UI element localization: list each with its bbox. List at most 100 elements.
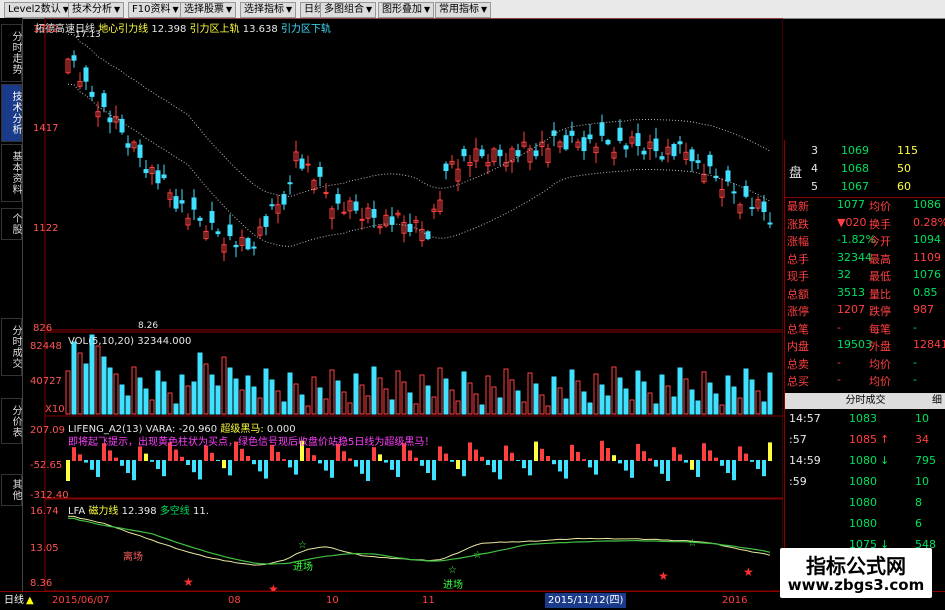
volume-bar bbox=[515, 390, 521, 415]
lf-bar bbox=[552, 460, 556, 465]
lf-bar bbox=[462, 460, 466, 477]
ask-price: 1067 bbox=[841, 180, 869, 193]
stat-value-2: 0.28% bbox=[913, 215, 945, 229]
stat-value-2: 1094 bbox=[913, 233, 941, 246]
menu-item-0[interactable]: Level2数认 ▼ bbox=[4, 2, 73, 18]
stat-key-2: 最低 bbox=[869, 270, 891, 283]
volume-bar bbox=[605, 395, 611, 415]
volume-bar bbox=[107, 367, 113, 415]
menu-item-6[interactable]: 多图组合 ▼ bbox=[320, 2, 377, 18]
lf-bar bbox=[660, 460, 664, 474]
star-icon: ☆ bbox=[448, 565, 457, 576]
date-2: 08 bbox=[228, 595, 241, 606]
lf-bar bbox=[342, 451, 346, 461]
lf-bar bbox=[744, 453, 748, 461]
lf-bar bbox=[420, 460, 424, 466]
lf-bar bbox=[606, 448, 610, 461]
volume-bar bbox=[665, 385, 671, 415]
left-tab-6[interactable]: 其他 bbox=[1, 474, 22, 506]
left-tab-0[interactable]: 分时走势 bbox=[1, 24, 22, 82]
lf-bar bbox=[570, 444, 574, 461]
volume-bar bbox=[125, 395, 131, 415]
candle-body bbox=[161, 174, 167, 179]
lf-bar bbox=[432, 460, 436, 481]
candle-body bbox=[707, 154, 713, 167]
lf-bar bbox=[330, 460, 334, 478]
menu-item-label: 常用指标 bbox=[439, 4, 479, 15]
menu-item-7[interactable]: 图形叠加 ▼ bbox=[378, 2, 435, 18]
candle-body bbox=[107, 117, 113, 123]
candle-body bbox=[83, 67, 89, 82]
menu-item-label: 选择股票 bbox=[184, 4, 224, 15]
volume-bar bbox=[119, 384, 125, 415]
candle-body bbox=[617, 127, 623, 141]
lf-bar bbox=[354, 460, 358, 467]
lf-bar bbox=[210, 452, 214, 461]
lf-bar bbox=[264, 460, 268, 479]
left-tab-4[interactable]: 分时成交 bbox=[1, 318, 22, 376]
lf-bar bbox=[528, 460, 532, 476]
lf-axis-2: -52.65 bbox=[30, 460, 63, 471]
menu-item-8[interactable]: 常用指标 ▼ bbox=[435, 2, 492, 18]
stat-value: 1207 bbox=[837, 303, 865, 316]
period-tab[interactable]: 日线 ▲ bbox=[4, 593, 34, 608]
trade-time: :59 bbox=[789, 475, 807, 488]
trade-header[interactable]: 分时成交 细 bbox=[785, 393, 945, 409]
volume-bar bbox=[251, 386, 257, 415]
volume-bar bbox=[263, 368, 269, 415]
lf-bar bbox=[156, 460, 160, 469]
bt-aval: 12.398 bbox=[121, 506, 157, 517]
vol-value: 32344.000 bbox=[137, 336, 192, 347]
candle-body bbox=[407, 223, 413, 232]
menu-item-1[interactable]: 技术分析 ▼ bbox=[68, 2, 125, 18]
lf-bar bbox=[516, 460, 520, 461]
volume-bar bbox=[623, 388, 629, 415]
lf-bar bbox=[180, 456, 184, 461]
volume-bar bbox=[539, 394, 545, 415]
left-tab-3[interactable]: 个股 bbox=[1, 208, 22, 240]
menu-item-4[interactable]: 选择指标 ▼ bbox=[240, 2, 297, 18]
candle-body bbox=[143, 169, 149, 174]
volume-bar bbox=[305, 405, 311, 415]
volume-bar bbox=[407, 392, 413, 415]
bt-b: 多空线 bbox=[159, 506, 190, 517]
menu-item-3[interactable]: 选择股票 ▼ bbox=[180, 2, 237, 18]
lf-bar bbox=[534, 441, 538, 461]
lf-bar bbox=[150, 460, 154, 462]
left-tab-2[interactable]: 基本资料 bbox=[1, 144, 22, 202]
chart-area[interactable]: ★ ★ ★ ★ ☆ ☆ ☆ ☆ 拓德高速日线 地心引力线 12.398 引力区上轨 13.63… bbox=[23, 18, 783, 591]
date-4: 11 bbox=[422, 595, 435, 606]
lf-bar bbox=[438, 446, 442, 461]
star-icon: ☆ bbox=[298, 540, 307, 551]
candle-body bbox=[749, 206, 755, 209]
price-axis-3: 1122 bbox=[33, 223, 59, 234]
lf-bar bbox=[198, 460, 202, 480]
volume-bar bbox=[131, 366, 137, 415]
lf-bar bbox=[144, 453, 148, 461]
lf-bar bbox=[246, 456, 250, 461]
stat-value: 19503 bbox=[837, 338, 872, 351]
volume-bar bbox=[479, 404, 485, 415]
volume-bar bbox=[227, 367, 233, 415]
volume-bar bbox=[431, 396, 437, 415]
candle-body bbox=[635, 133, 641, 146]
menu-item-2[interactable]: F10资料 ▼ bbox=[128, 2, 183, 18]
lf-bar bbox=[90, 460, 94, 470]
lf-bar bbox=[312, 455, 316, 461]
candle-body bbox=[323, 192, 329, 195]
detail-button[interactable]: 细 bbox=[932, 393, 942, 409]
candle-body bbox=[287, 182, 293, 185]
lf-bar bbox=[522, 460, 526, 469]
volume-bar bbox=[95, 345, 101, 415]
volume-bar bbox=[473, 393, 479, 415]
left-tab-1[interactable]: 技术分析 bbox=[1, 84, 22, 142]
lf-axis-3: -312.40 bbox=[30, 490, 69, 501]
candle-body bbox=[533, 150, 539, 157]
stat-key-2: 跌停 bbox=[869, 305, 891, 318]
chevron-down-icon: ▼ bbox=[481, 5, 488, 14]
chevron-down-icon: ▼ bbox=[366, 5, 373, 14]
left-tab-5[interactable]: 分价表 bbox=[1, 398, 22, 444]
chevron-down-icon: ▼ bbox=[172, 5, 179, 14]
menu-item-label: 技术分析 bbox=[72, 4, 112, 15]
lf-bar bbox=[684, 460, 688, 463]
